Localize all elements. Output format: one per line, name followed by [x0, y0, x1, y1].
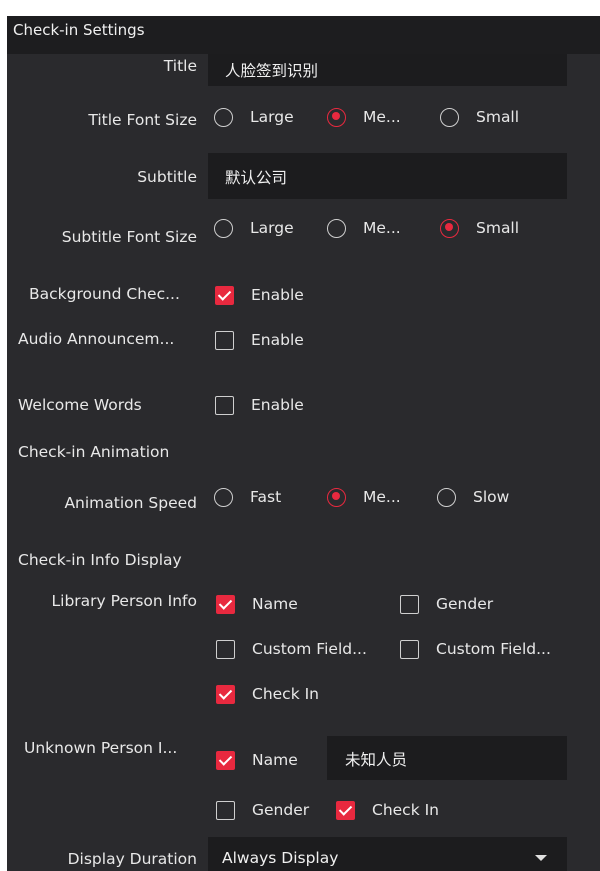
library-check-in-checkbox[interactable]: Check In	[216, 682, 319, 706]
subtitle-font-size-medium[interactable]: Me...	[327, 216, 401, 240]
checkbox-icon	[216, 639, 235, 659]
title-font-size-large[interactable]: Large	[214, 105, 294, 129]
subtitle-font-size-label: Subtitle Font Size	[61, 228, 197, 246]
display-duration-value: Always Display	[222, 849, 339, 867]
checkin-info-display-section-title: Check-in Info Display	[18, 551, 182, 569]
panel-header: Check-in Settings	[7, 0, 600, 54]
library-custom-field-2-checkbox[interactable]: Custom Field...	[400, 637, 551, 661]
radio-icon	[214, 487, 233, 507]
checkbox-checked-icon	[336, 800, 355, 820]
unknown-name-checkbox[interactable]: Name	[216, 748, 298, 772]
subtitle-input[interactable]: 默认公司	[208, 153, 567, 199]
checkbox-icon	[215, 395, 234, 415]
subtitle-font-size-large[interactable]: Large	[214, 216, 294, 240]
radio-icon	[437, 487, 456, 507]
unknown-name-input-value: 未知人员	[345, 751, 408, 769]
unknown-gender-checkbox[interactable]: Gender	[216, 798, 309, 822]
radio-icon	[440, 107, 459, 127]
radio-icon	[214, 218, 233, 238]
unknown-name-input[interactable]: 未知人员	[327, 736, 567, 780]
subtitle-font-size-small[interactable]: Small	[440, 216, 519, 240]
radio-icon	[214, 107, 233, 127]
checkbox-icon	[215, 330, 234, 350]
title-font-size-small[interactable]: Small	[440, 105, 519, 129]
title-font-size-label: Title Font Size	[88, 111, 197, 129]
checkbox-icon	[216, 800, 235, 820]
welcome-words-enable-checkbox[interactable]: Enable	[215, 393, 304, 417]
display-duration-label: Display Duration	[67, 850, 197, 868]
checkbox-icon	[400, 594, 419, 614]
radio-selected-icon	[327, 487, 346, 507]
checkin-animation-section-title: Check-in Animation	[18, 443, 170, 461]
checkbox-checked-icon	[215, 285, 234, 305]
title-label: Title	[163, 57, 197, 75]
unknown-check-in-checkbox[interactable]: Check In	[336, 798, 439, 822]
welcome-words-label: Welcome Words	[18, 396, 142, 414]
subtitle-label: Subtitle	[137, 168, 197, 186]
checkbox-checked-icon	[216, 750, 235, 770]
checkbox-checked-icon	[216, 594, 235, 614]
subtitle-input-value: 默认公司	[225, 169, 288, 187]
chevron-down-icon	[535, 855, 547, 861]
radio-selected-icon	[327, 107, 346, 127]
background-check-enable-checkbox[interactable]: Enable	[215, 283, 304, 307]
animation-speed-fast[interactable]: Fast	[214, 485, 281, 509]
title-input-value: 人脸签到识别	[225, 62, 319, 80]
library-custom-field-1-checkbox[interactable]: Custom Field...	[216, 637, 367, 661]
background-check-label: Background Chec...	[29, 285, 180, 303]
audio-announcement-enable-checkbox[interactable]: Enable	[215, 328, 304, 352]
title-input[interactable]: 人脸签到识别	[208, 54, 567, 86]
panel-title: Check-in Settings	[13, 21, 145, 39]
library-gender-checkbox[interactable]: Gender	[400, 592, 493, 616]
audio-announcement-label: Audio Announcem...	[18, 330, 175, 348]
radio-selected-icon	[440, 218, 459, 238]
library-name-checkbox[interactable]: Name	[216, 592, 298, 616]
checkbox-icon	[400, 639, 419, 659]
animation-speed-label: Animation Speed	[64, 494, 197, 512]
radio-icon	[327, 218, 346, 238]
checkbox-checked-icon	[216, 684, 235, 704]
title-font-size-medium[interactable]: Me...	[327, 105, 401, 129]
library-person-info-label: Library Person Info	[51, 592, 197, 610]
animation-speed-medium[interactable]: Me...	[327, 485, 401, 509]
unknown-person-info-label: Unknown Person I...	[24, 739, 178, 757]
checkin-settings-panel: Check-in Settings Title 人脸签到识别 Title Fon…	[7, 0, 600, 871]
animation-speed-slow[interactable]: Slow	[437, 485, 509, 509]
display-duration-select[interactable]: Always Display	[208, 837, 567, 871]
